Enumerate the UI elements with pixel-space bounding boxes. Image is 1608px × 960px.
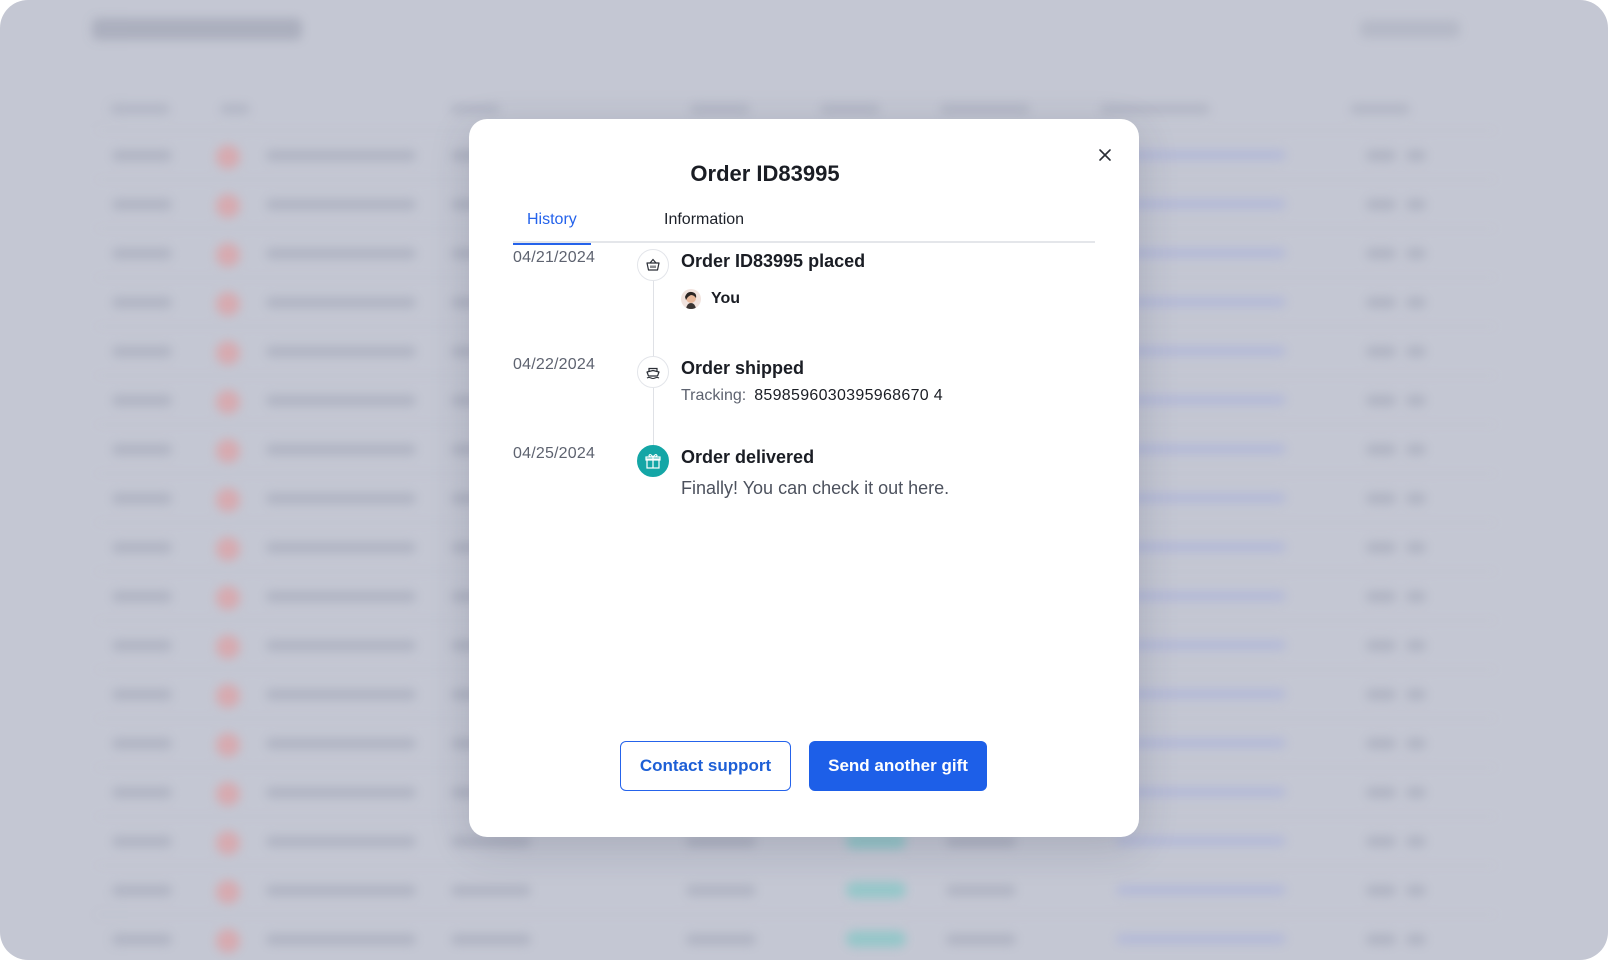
- order-timeline: 04/21/2024 Order ID83995 placed You 04/2…: [513, 249, 1095, 609]
- close-button[interactable]: [1093, 143, 1117, 167]
- event-date: 04/21/2024: [513, 249, 596, 266]
- basket-icon: [637, 249, 669, 281]
- background-table-header: [110, 104, 1470, 116]
- modal-title: Order ID83995: [690, 161, 840, 186]
- event-title: Order delivered: [681, 447, 815, 467]
- app-window: Order ID83995 History Information 04/21/…: [0, 0, 1608, 960]
- avatar: [681, 289, 701, 309]
- tracking-info: Tracking: 8598596030395968670 4: [681, 387, 943, 405]
- send-another-gift-button[interactable]: Send another gift: [809, 741, 987, 791]
- background-row: [96, 865, 1496, 913]
- event-description: Finally! You can check it out here.: [681, 478, 950, 498]
- user-name: You: [711, 290, 741, 307]
- event-date: 04/25/2024: [513, 445, 596, 462]
- event-title: Order ID83995 placed: [681, 251, 866, 271]
- event-user: You: [681, 289, 740, 309]
- order-modal: Order ID83995 History Information 04/21/…: [469, 119, 1139, 837]
- event-date: 04/22/2024: [513, 356, 596, 373]
- background-row: [96, 914, 1496, 960]
- close-icon: [1099, 149, 1111, 161]
- background-top-button: [1360, 20, 1460, 38]
- tab-information[interactable]: Information: [664, 211, 744, 243]
- contact-support-button[interactable]: Contact support: [620, 741, 791, 791]
- background-logo: [92, 18, 302, 40]
- event-title: Order shipped: [681, 358, 805, 378]
- tab-bar: History Information: [513, 211, 1095, 245]
- tracking-label: Tracking:: [681, 387, 747, 404]
- tab-history[interactable]: History: [513, 211, 591, 245]
- tracking-number[interactable]: 8598596030395968670 4: [754, 387, 943, 404]
- ship-icon: [637, 356, 669, 388]
- gift-icon: [637, 445, 669, 477]
